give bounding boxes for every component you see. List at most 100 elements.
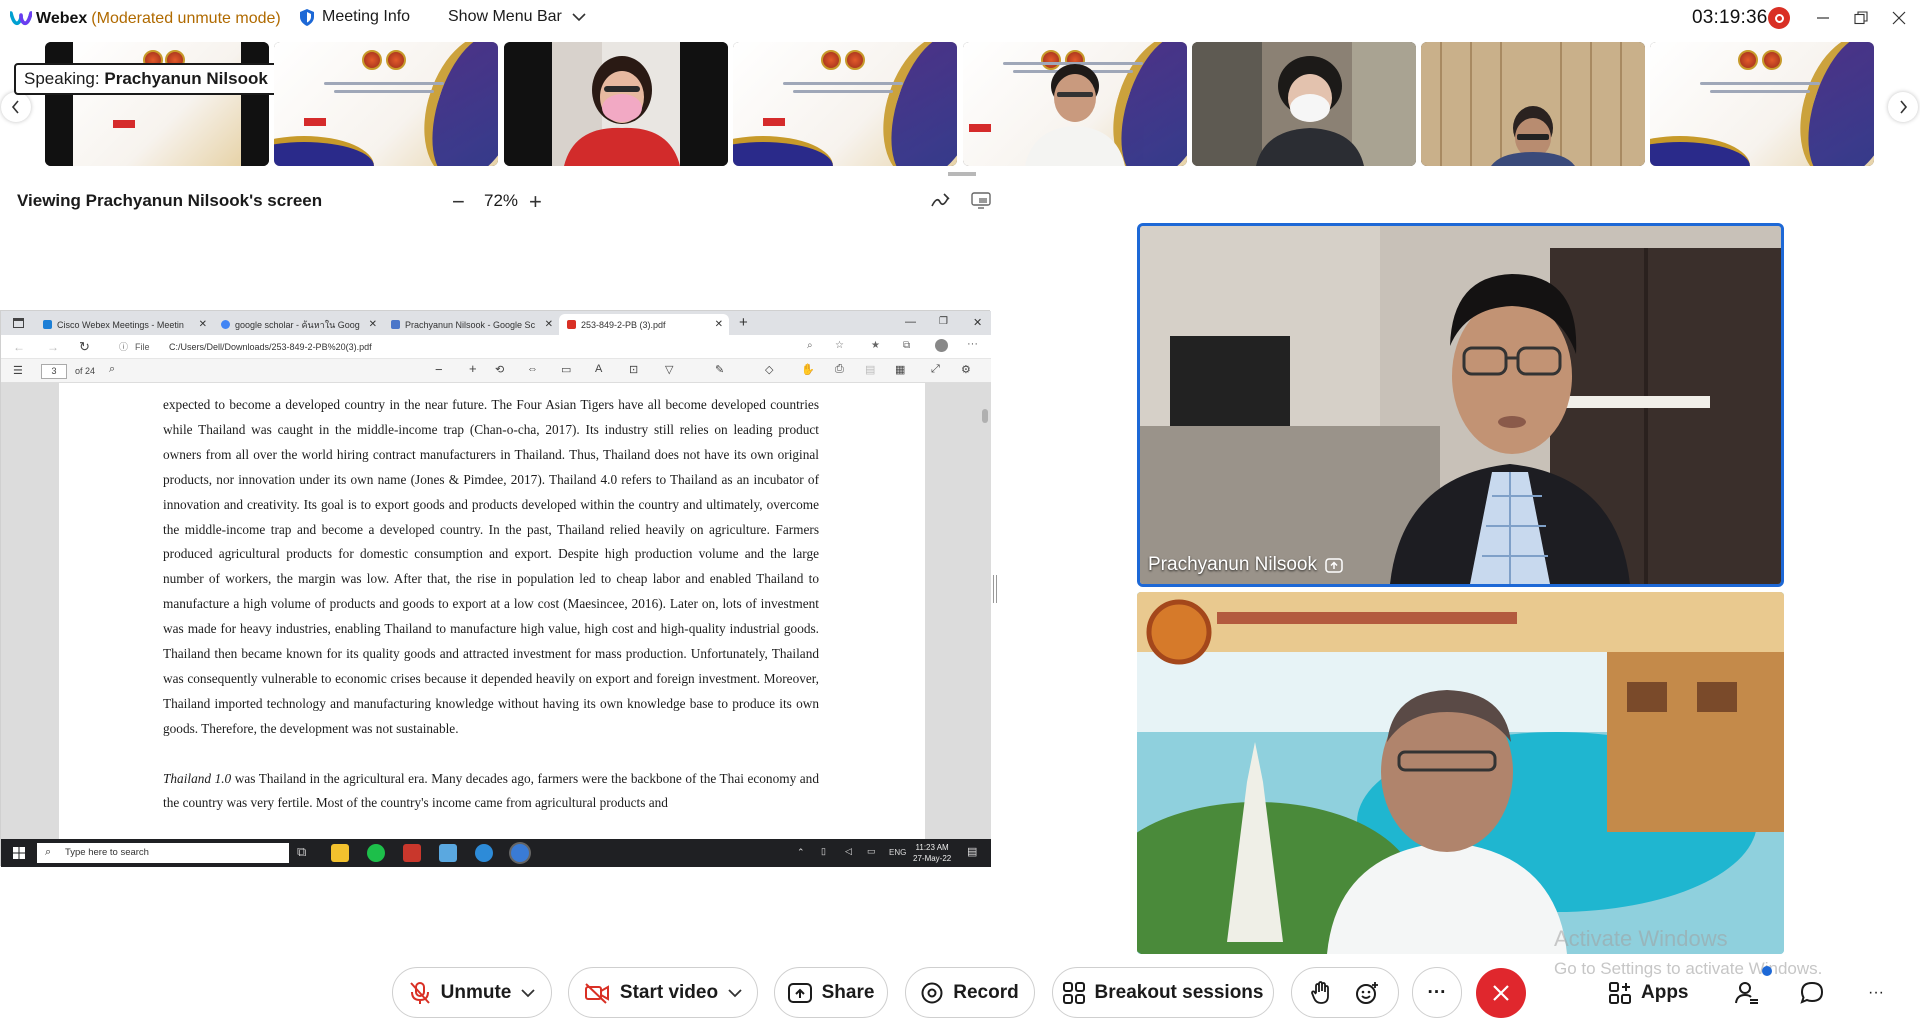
page-view-icon[interactable]: ▭: [561, 363, 571, 376]
read-aloud-icon[interactable]: A: [595, 363, 602, 375]
unmute-button[interactable]: Unmute: [392, 967, 552, 1018]
annotate-icon[interactable]: [930, 190, 952, 210]
more-options-button[interactable]: ···: [1412, 967, 1462, 1018]
participant-tile[interactable]: [733, 42, 957, 166]
participant-video-secondary[interactable]: [1137, 592, 1784, 954]
print-icon[interactable]: ⎙: [835, 363, 844, 376]
browser-tab[interactable]: google scholar - ค้นหาใน Goog ✕: [213, 314, 383, 335]
participant-tile[interactable]: [45, 42, 269, 166]
close-tab-icon[interactable]: ✕: [715, 319, 723, 330]
page-count: of 24: [75, 366, 96, 376]
contents-icon[interactable]: ☰: [13, 364, 23, 377]
task-view-icon[interactable]: ⧉: [297, 844, 306, 860]
browser-tab[interactable]: Cisco Webex Meetings - Meetin ✕: [35, 314, 213, 335]
favorites-icon[interactable]: ★: [871, 340, 880, 351]
draw-icon[interactable]: ✎: [715, 363, 724, 376]
filmstrip-prev-button[interactable]: [1, 92, 31, 122]
rotate-icon[interactable]: ⟲: [495, 363, 504, 376]
tray-chevron-icon[interactable]: ⌃: [797, 847, 805, 858]
tray-date: 27-May-22: [913, 854, 952, 863]
tray-volume-icon[interactable]: ◁: [845, 846, 852, 857]
forward-icon[interactable]: →: [47, 340, 59, 354]
participant-tile[interactable]: [1192, 42, 1416, 166]
participants-button[interactable]: [1735, 968, 1759, 1018]
pdf-search-icon[interactable]: ⌕: [109, 363, 115, 376]
address-url[interactable]: C:/Users/Dell/Downloads/253-849-2-PB%20(…: [169, 342, 372, 352]
zoom-lens-icon[interactable]: ⌕: [807, 340, 813, 351]
zoom-in-button[interactable]: +: [529, 189, 542, 215]
breakout-sessions-button[interactable]: Breakout sessions: [1052, 967, 1274, 1018]
participant-tile[interactable]: [1650, 42, 1874, 166]
participant-tile[interactable]: [274, 42, 498, 166]
filmstrip-resize-handle[interactable]: [948, 172, 976, 176]
filmstrip-next-button[interactable]: [1888, 92, 1918, 122]
pdf-paragraph: expected to become a developed country i…: [163, 397, 819, 736]
pdf-zoom-in-icon[interactable]: +: [469, 361, 477, 376]
meeting-info-button[interactable]: Meeting Info: [300, 8, 410, 26]
settings-gear-icon[interactable]: ⚙: [961, 363, 971, 376]
chat-button[interactable]: [1800, 968, 1824, 1018]
active-speaker-video[interactable]: Prachyanun Nilsook: [1137, 223, 1784, 587]
notifications-icon[interactable]: ▤: [967, 845, 977, 858]
pdf-zoom-out-icon[interactable]: −: [435, 362, 443, 377]
close-tab-icon[interactable]: ✕: [369, 319, 377, 330]
speaking-prefix: Speaking:: [24, 69, 100, 88]
tray-language[interactable]: ENG: [889, 848, 906, 857]
touch-icon[interactable]: ✋: [801, 363, 815, 376]
highlight-icon[interactable]: ▽: [665, 363, 673, 376]
windows-start-icon[interactable]: [13, 847, 25, 859]
collections-icon[interactable]: ⧉: [903, 340, 910, 351]
browser-close-icon[interactable]: ✕: [973, 316, 982, 329]
pdf-viewport[interactable]: expected to become a developed country i…: [1, 383, 991, 839]
browser-restore-icon[interactable]: ❐: [939, 316, 948, 327]
edge-browser-icon[interactable]: [475, 844, 493, 862]
close-window-button[interactable]: [1884, 4, 1914, 32]
layout-splitter[interactable]: [993, 575, 997, 603]
notes-app-icon[interactable]: [439, 844, 457, 862]
fullscreen-icon[interactable]: ⤢: [931, 363, 940, 376]
share-button[interactable]: Share: [774, 967, 888, 1018]
browser-minimize-icon[interactable]: —: [905, 316, 916, 328]
pop-out-icon[interactable]: [970, 190, 992, 210]
active-speaker-label: Speaking: Prachyanun Nilsook: [14, 63, 278, 95]
close-tab-icon[interactable]: ✕: [545, 319, 553, 330]
browser-tab-active[interactable]: 253-849-2-PB (3).pdf ✕: [559, 314, 729, 335]
chrome-icon[interactable]: [511, 844, 529, 862]
save-icon[interactable]: ▤: [865, 363, 875, 376]
restore-button[interactable]: [1846, 4, 1876, 32]
browser-tab[interactable]: Prachyanun Nilsook - Google Sc ✕: [383, 314, 559, 335]
reactions-icon[interactable]: [1355, 981, 1379, 1005]
record-button[interactable]: Record: [905, 967, 1035, 1018]
minimize-button[interactable]: [1808, 4, 1838, 32]
file-explorer-icon[interactable]: [331, 844, 349, 862]
fit-page-icon[interactable]: ⇔: [527, 363, 538, 375]
end-meeting-button[interactable]: [1476, 968, 1526, 1018]
powerpoint-icon[interactable]: [403, 844, 421, 862]
zoom-out-button[interactable]: −: [452, 189, 465, 215]
pdf-scrollbar[interactable]: [982, 409, 988, 423]
taskbar-search-input[interactable]: Type here to search: [37, 843, 289, 863]
back-icon[interactable]: ←: [13, 340, 25, 354]
reload-icon[interactable]: ↻: [79, 339, 90, 355]
raise-hand-icon[interactable]: [1311, 980, 1331, 1005]
bookmark-star-icon[interactable]: ☆: [835, 340, 844, 351]
mic-muted-icon: [409, 981, 430, 1004]
page-number-input[interactable]: 3: [41, 364, 67, 379]
save-as-icon[interactable]: ▦: [895, 363, 905, 376]
start-video-button[interactable]: Start video: [568, 967, 758, 1018]
tray-battery-icon: ▭: [867, 846, 876, 856]
browser-menu-icon[interactable]: ···: [967, 338, 978, 350]
overflow-menu-button[interactable]: ···: [1868, 968, 1884, 1018]
participant-tile[interactable]: [963, 42, 1187, 166]
profile-icon[interactable]: [935, 339, 948, 352]
text-icon[interactable]: ⊡: [629, 363, 638, 376]
show-menu-bar-button[interactable]: Show Menu Bar: [448, 8, 586, 26]
new-tab-icon[interactable]: +: [739, 314, 748, 331]
apps-button[interactable]: Apps: [1609, 968, 1689, 1018]
close-tab-icon[interactable]: ✕: [199, 319, 207, 330]
line-app-icon[interactable]: [367, 844, 385, 862]
tab-actions-icon[interactable]: [13, 318, 24, 328]
participant-tile[interactable]: [1421, 42, 1645, 166]
erase-icon[interactable]: ◇: [765, 363, 773, 376]
participant-tile[interactable]: [504, 42, 728, 166]
